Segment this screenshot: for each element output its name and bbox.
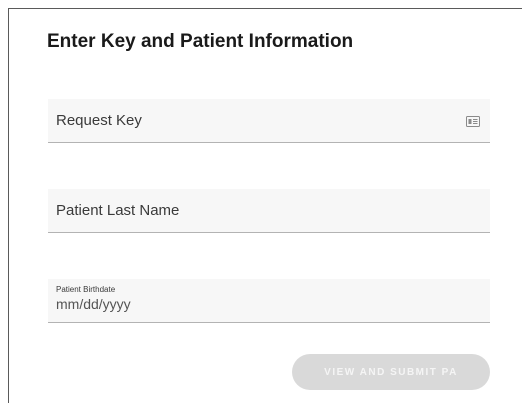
patient-birthdate-placeholder: mm/dd/yyyy (56, 296, 131, 312)
patient-last-name-placeholder: Patient Last Name (56, 202, 180, 219)
id-card-icon (466, 114, 480, 127)
patient-birthdate-field[interactable]: Patient Birthdate mm/dd/yyyy (48, 279, 490, 323)
patient-birthdate-label: Patient Birthdate (56, 285, 116, 294)
request-key-field[interactable]: Request Key (48, 99, 490, 143)
page-title: Enter Key and Patient Information (47, 31, 354, 52)
view-and-submit-pa-button[interactable]: VIEW AND SUBMIT PA (292, 354, 490, 390)
patient-last-name-field[interactable]: Patient Last Name (48, 189, 490, 233)
request-key-placeholder: Request Key (56, 112, 142, 129)
patient-info-card: Enter Key and Patient Information Reques… (8, 8, 522, 403)
